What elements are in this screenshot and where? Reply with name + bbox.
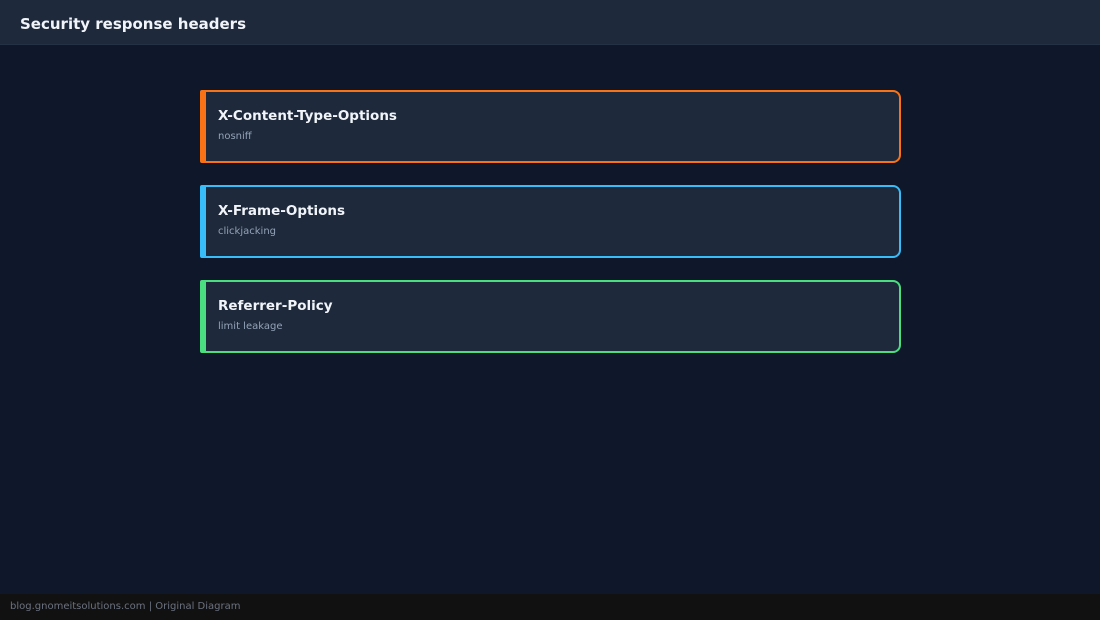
card-title: X-Frame-Options <box>218 203 346 219</box>
card-subtitle: nosniff <box>218 131 252 142</box>
card-title: X-Content-Type-Options <box>218 108 397 124</box>
card-subtitle: clickjacking <box>218 226 277 237</box>
footer-credit: blog.gnomeitsolutions.com | Original Dia… <box>10 601 241 612</box>
card-x-frame-options: X-Frame-Options clickjacking <box>200 185 901 258</box>
card-referrer-policy: Referrer-Policy limit leakage <box>200 280 901 353</box>
card-x-content-type-options: X-Content-Type-Options nosniff <box>200 90 901 163</box>
card-title: Referrer-Policy <box>218 298 333 314</box>
header-card-list: X-Content-Type-Options nosniff X-Frame-O… <box>200 90 901 375</box>
footer-bar: blog.gnomeitsolutions.com | Original Dia… <box>0 594 1100 620</box>
header-bar: Security response headers <box>0 0 1100 45</box>
card-subtitle: limit leakage <box>218 321 283 332</box>
page-title: Security response headers <box>20 15 247 33</box>
